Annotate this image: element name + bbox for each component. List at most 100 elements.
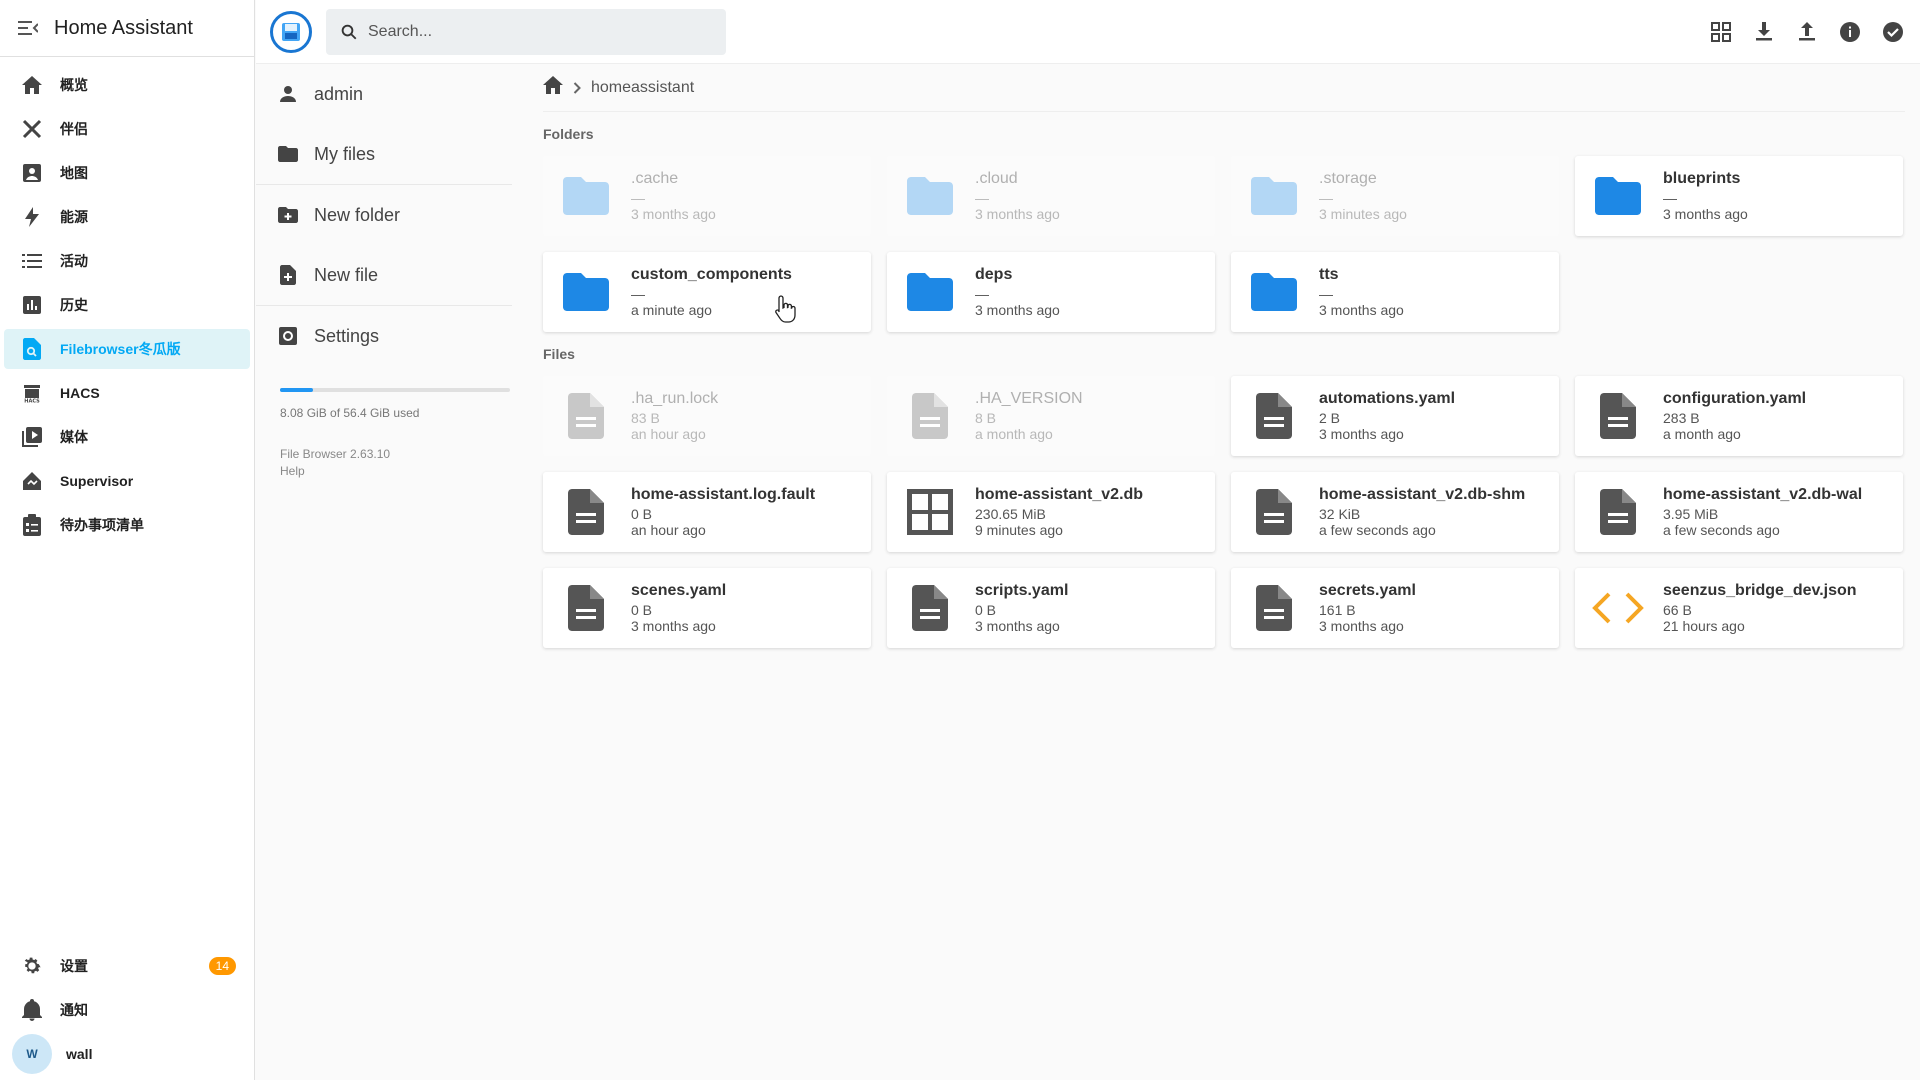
sidebar-item-label: Supervisor <box>60 473 134 489</box>
breadcrumb: homeassistant <box>543 64 1905 112</box>
sidebar-item-settings[interactable]: 设置 14 <box>4 946 250 986</box>
folder-card[interactable]: .storage —3 minutes ago <box>1231 156 1559 236</box>
item-modified: 21 hours ago <box>1663 618 1745 634</box>
item-modified: a month ago <box>1663 426 1741 442</box>
new-folder-label: New folder <box>314 204 401 225</box>
item-name: blueprints <box>1663 170 1741 187</box>
sidebar-item-4[interactable]: 活动 <box>4 241 250 281</box>
home-icon[interactable] <box>543 76 563 99</box>
menu-icon[interactable] <box>16 16 40 40</box>
item-meta: seenzus_bridge_dev.json 66 B 21 hours ago <box>1663 582 1857 634</box>
file-card[interactable]: home-assistant_v2.db-wal 3.95 MiB a few se… <box>1575 472 1903 552</box>
item-modified: 3 months ago <box>631 206 716 222</box>
folder-icon <box>555 165 617 227</box>
sidebar-item-3[interactable]: 能源 <box>4 197 250 237</box>
folder-icon <box>1243 261 1305 323</box>
user-button[interactable]: admin <box>256 64 520 124</box>
item-name: tts <box>1319 266 1339 283</box>
search-icon <box>340 23 358 41</box>
item-size: — <box>1663 190 1677 206</box>
item-name: automations.yaml <box>1319 390 1456 407</box>
file-icon <box>1243 577 1305 639</box>
file-card[interactable]: secrets.yaml 161 B3 months ago <box>1231 568 1559 648</box>
item-size: 83 B <box>631 410 660 426</box>
file-icon <box>1243 385 1305 447</box>
sidebar-item-7[interactable]: HACS HACS <box>4 373 250 413</box>
file-icon <box>1587 385 1649 447</box>
item-name: seenzus_bridge_dev.json <box>1663 582 1857 599</box>
sidebar-item-10[interactable]: 待办事项清单 <box>4 505 250 545</box>
folder-card[interactable]: .cache —3 months ago <box>543 156 871 236</box>
database-icon <box>899 481 961 543</box>
new-file-button[interactable]: New file <box>256 245 520 305</box>
item-meta: configuration.yaml 283 Ba month ago <box>1663 390 1806 442</box>
file-icon <box>555 385 617 447</box>
file-card[interactable]: seenzus_bridge_dev.json 66 B 21 hours ago <box>1575 568 1903 648</box>
sidebar-item-6[interactable]: Filebrowser冬瓜版 <box>4 329 250 369</box>
sidebar-item-2[interactable]: 地图 <box>4 153 250 193</box>
item-meta: custom_components — a minute ago <box>631 266 792 318</box>
folder-icon <box>1243 165 1305 227</box>
item-name: .HA_VERSION <box>975 390 1083 407</box>
clipboard-icon <box>18 511 46 539</box>
grid-view-icon[interactable] <box>1703 14 1738 49</box>
sidebar-item-5[interactable]: 历史 <box>4 285 250 325</box>
item-name: custom_components <box>631 266 792 283</box>
sidebar-item-9[interactable]: Supervisor <box>4 461 250 501</box>
file-card[interactable]: scripts.yaml 0 B3 months ago <box>887 568 1215 648</box>
ha-nav-list: 概览 伴侣 地图 能源 活动历史 Filebrowser冬瓜版 HACS HACS 媒体 Supe… <box>0 57 254 545</box>
my-files-button[interactable]: My files <box>256 124 520 184</box>
item-modified: a few seconds ago <box>1663 522 1780 538</box>
sidebar-item-8[interactable]: 媒体 <box>4 417 250 457</box>
sidebar-item-0[interactable]: 概览 <box>4 65 250 105</box>
folder-card[interactable]: tts —3 months ago <box>1231 252 1559 332</box>
file-card[interactable]: home-assistant_v2.db 230.65 MiB 9 minutes … <box>887 472 1215 552</box>
item-modified: 9 minutes ago <box>975 522 1063 538</box>
file-search-icon <box>18 335 46 363</box>
item-name: .ha_run.lock <box>631 390 719 407</box>
file-card[interactable]: home-assistant_v2.db-shm 32 KiB a few seco… <box>1231 472 1559 552</box>
file-card[interactable]: .HA_VERSION 8 Ba month ago <box>887 376 1215 456</box>
sidebar-item-label: HACS <box>60 385 100 401</box>
new-folder-button[interactable]: New folder <box>256 185 520 245</box>
sidebar-item-user[interactable]: W wall <box>4 1034 250 1074</box>
file-card[interactable]: home-assistant.log.fault 0 Ban hour ago <box>543 472 871 552</box>
version-text: File Browser 2.63.10 <box>280 447 391 461</box>
filebrowser-logo[interactable] <box>270 10 312 53</box>
hacs-icon: HACS <box>18 379 46 407</box>
item-meta: .cloud —3 months ago <box>975 170 1060 222</box>
item-modified: a minute ago <box>631 302 712 318</box>
disk-usage: 8.08 GiB of 56.4 GiB used <box>280 388 510 420</box>
folder-card[interactable]: blueprints —3 months ago <box>1575 156 1903 236</box>
breadcrumb-current[interactable]: homeassistant <box>591 79 694 97</box>
file-card[interactable]: configuration.yaml 283 Ba month ago <box>1575 376 1903 456</box>
chart-icon <box>18 291 46 319</box>
upload-icon[interactable] <box>1789 14 1824 49</box>
item-name: deps <box>975 266 1013 283</box>
item-modified: a few seconds ago <box>1319 522 1436 538</box>
settings-button[interactable]: Settings <box>256 306 520 366</box>
search-input[interactable]: Search... <box>326 8 726 55</box>
item-name: .storage <box>1319 170 1377 187</box>
usage-text: 8.08 GiB of 56.4 GiB used <box>280 406 420 420</box>
code-icon <box>1587 577 1649 639</box>
download-icon[interactable] <box>1746 14 1781 49</box>
folder-card[interactable]: custom_components — a minute ago <box>543 252 871 332</box>
item-size: 0 B <box>631 506 653 522</box>
file-card[interactable]: .ha_run.lock 83 Ban hour ago <box>543 376 871 456</box>
item-name: home-assistant_v2.db-shm <box>1319 486 1526 503</box>
sidebar-item-1[interactable]: 伴侣 <box>4 109 250 149</box>
item-name: home-assistant_v2.db-wal <box>1663 486 1863 503</box>
folder-icon <box>899 165 961 227</box>
folder-card[interactable]: deps —3 months ago <box>887 252 1215 332</box>
check-circle-icon[interactable] <box>1875 14 1910 49</box>
sidebar-item-notifications[interactable]: 通知 <box>4 990 250 1030</box>
sidebar-item-label: 历史 <box>60 297 88 313</box>
item-size: 2 B <box>1319 410 1341 426</box>
file-card[interactable]: automations.yaml 2 B3 months ago <box>1231 376 1559 456</box>
folder-card[interactable]: .cloud —3 months ago <box>887 156 1215 236</box>
file-card[interactable]: scenes.yaml 0 B3 months ago <box>543 568 871 648</box>
item-size: 161 B <box>1319 602 1356 618</box>
info-icon[interactable] <box>1832 14 1867 49</box>
help-link[interactable]: Help <box>280 463 520 480</box>
